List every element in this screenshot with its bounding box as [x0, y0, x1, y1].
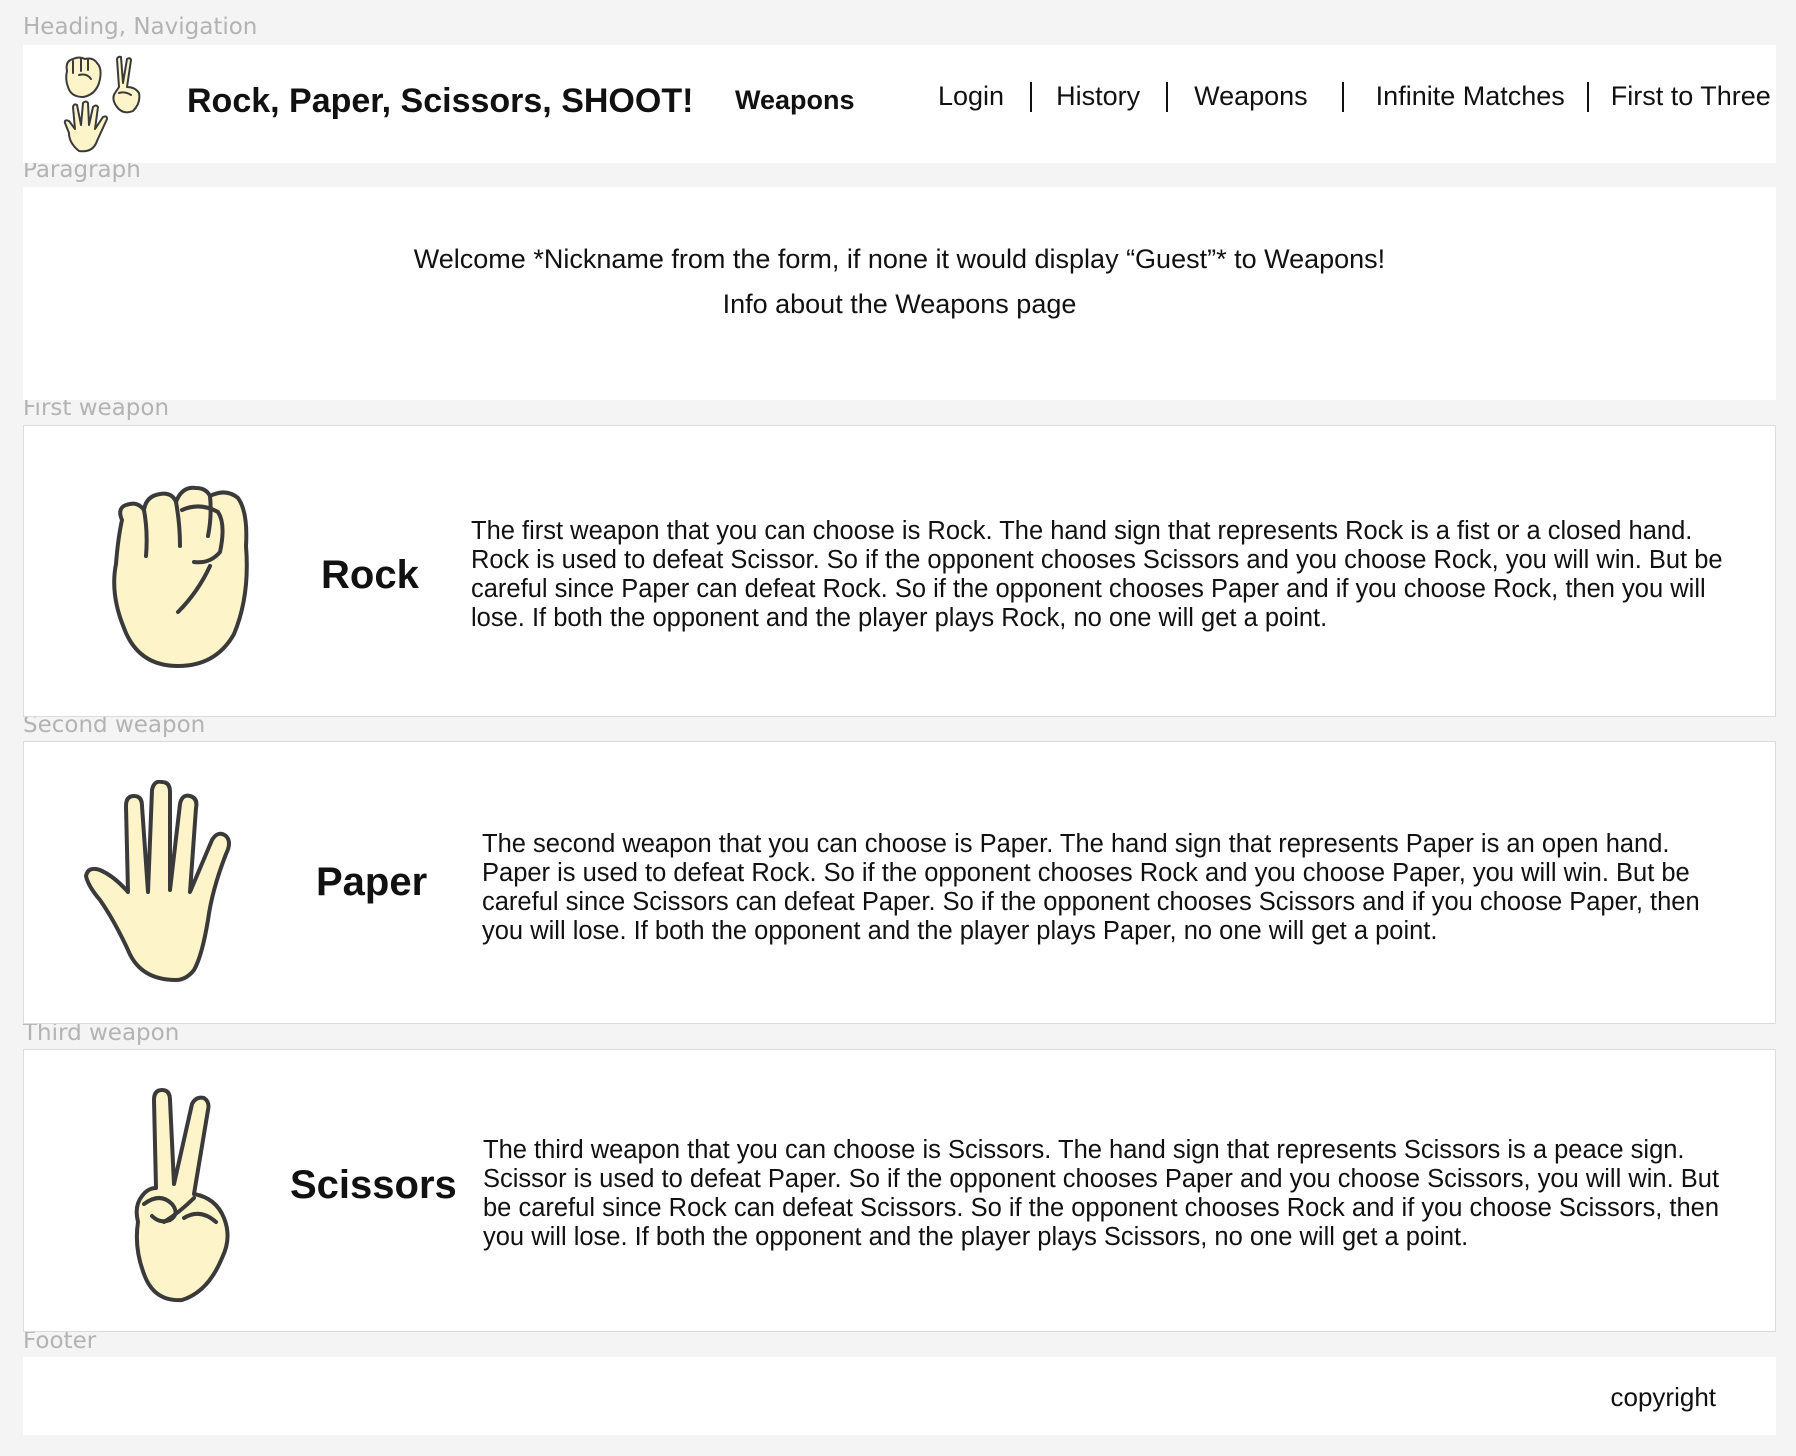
weapon-card-scissors: Scissors The third weapon that you can c…: [23, 1049, 1776, 1332]
site-header: Rock, Paper, Scissors, SHOOT! Weapons Lo…: [23, 45, 1776, 163]
weapon-name-scissors: Scissors: [290, 1163, 457, 1207]
current-page-title: Weapons: [735, 85, 855, 115]
nav-link-first-to-three[interactable]: First to Three: [1611, 81, 1771, 112]
peace-sign-icon: [134, 1088, 230, 1303]
weapon-name-rock: Rock: [321, 553, 419, 597]
copyright-text: copyright: [1610, 1382, 1717, 1412]
intro-section: Welcome *Nickname from the form, if none…: [23, 187, 1776, 400]
nav-divider: [1586, 81, 1589, 112]
nav-divider: [1030, 81, 1033, 112]
nav-divider: [1166, 81, 1169, 112]
weapon-card-paper: Paper The second weapon that you can cho…: [23, 741, 1776, 1024]
fist-icon: [112, 485, 249, 668]
site-footer: copyright: [23, 1357, 1776, 1435]
nav-divider: [1341, 81, 1344, 112]
rock-paper-scissors-logo-icon: [63, 55, 141, 153]
main-navigation: Login History Weapons Infinite Matches F…: [938, 81, 1771, 112]
open-hand-icon: [84, 780, 231, 982]
section-label-header: Heading, Navigation: [23, 14, 258, 40]
weapon-description-rock: The first weapon that you can choose is …: [471, 517, 1723, 632]
weapon-description-scissors: The third weapon that you can choose is …: [483, 1136, 1720, 1251]
welcome-text: Welcome *Nickname from the form, if none…: [413, 244, 1386, 274]
weapon-description-paper: The second weapon that you can choose is…: [482, 830, 1700, 945]
site-title: Rock, Paper, Scissors, SHOOT!: [187, 82, 694, 120]
nav-link-login[interactable]: Login: [938, 81, 1004, 112]
nav-link-history[interactable]: History: [1056, 81, 1140, 112]
weapon-card-rock: Rock The first weapon that you can choos…: [23, 425, 1776, 717]
nav-link-weapons[interactable]: Weapons: [1194, 81, 1308, 112]
weapon-name-paper: Paper: [316, 860, 428, 904]
nav-link-infinite-matches[interactable]: Infinite Matches: [1376, 81, 1565, 112]
info-text: Info about the Weapons page: [722, 289, 1077, 319]
